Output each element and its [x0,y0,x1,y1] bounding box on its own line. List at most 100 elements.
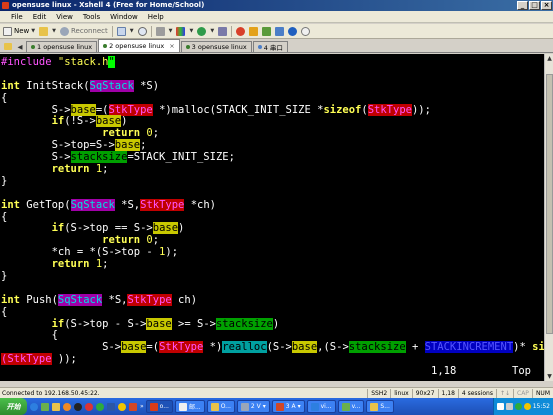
taskbar-item-group-a[interactable]: 3 A ▾ [271,400,305,413]
terminal-size: 90x27 [411,388,438,398]
reconnect-button[interactable]: Reconnect [60,25,108,38]
quicklaunch-player-icon[interactable] [118,402,126,411]
chevron-down-icon[interactable]: ▼ [52,28,56,34]
open-folder-icon[interactable] [39,26,49,36]
xftp-icon[interactable] [236,26,246,36]
menu-tools[interactable]: Tools [78,11,105,23]
menu-file[interactable]: File [6,11,28,23]
menu-window[interactable]: Window [105,11,143,23]
print-icon[interactable] [155,26,165,36]
session-manager-icon[interactable] [2,41,14,52]
vi-task-icon [310,402,319,411]
toolbar: New ▼ ▼ Reconnect ▼ ▼ ▼ ▼ [0,24,553,39]
chevron-down-icon[interactable]: ▼ [130,28,134,34]
start-button[interactable]: 开始 [0,398,27,415]
quicklaunch-ppt-icon[interactable] [129,402,137,411]
quicklaunch-overflow-icon[interactable]: » [140,403,144,410]
quicklaunch-folder-icon[interactable] [52,402,60,411]
tab-session-4[interactable]: 4 串口 [252,41,288,52]
quicklaunch-360-icon[interactable] [96,402,104,411]
new-session-button[interactable]: New ▼ [3,25,35,38]
tab-session-2[interactable]: 2 opensuse linux × [98,39,180,52]
code-token: { [1,91,8,104]
grid-icon[interactable] [275,26,285,36]
quicklaunch-chrome-icon[interactable] [85,402,93,411]
taskbar-item-vmware[interactable]: 2 V ▾ [236,400,270,413]
group-task-icon [275,402,284,411]
help-icon[interactable] [288,26,298,36]
outlook-task-icon [210,402,219,411]
scroll-down-icon[interactable]: ▼ [545,372,553,381]
taskbar-item-outlook[interactable]: O... [206,400,235,413]
code-token: sizeof [323,103,362,116]
task-label: O... [220,403,231,410]
quicklaunch-qq-icon[interactable] [74,402,82,411]
terminal-screen[interactable]: #include "stack.h" int InitStack(SqStack … [0,54,544,381]
quicklaunch-desktop-icon[interactable] [41,402,49,411]
code-token: return [51,258,96,271]
code-token: SqStack [70,198,115,211]
s-task-icon [370,402,379,411]
code-token: ,(S-> [317,341,349,354]
chevron-down-icon[interactable]: ▼ [31,28,35,34]
chevron-down-icon[interactable]: ▼ [169,28,173,34]
tab-session-3[interactable]: 3 opensuse linux [180,41,252,52]
menu-view[interactable]: View [51,11,78,23]
vmware-task-icon [240,402,249,411]
taskbar-item-v[interactable]: v... [337,400,365,413]
code-token: ( [361,103,368,116]
code-token: int [1,293,27,306]
code-token: InitStack( [26,79,90,92]
close-tab-icon[interactable]: × [169,42,174,50]
code-line: return 1; [1,258,544,271]
reconnect-label: Reconnect [71,27,108,35]
code-token: ) [178,222,185,235]
code-token: ; [152,234,160,247]
menu-edit[interactable]: Edit [28,11,52,23]
chevron-down-icon[interactable]: ▼ [210,28,214,34]
antivirus-icon[interactable] [514,403,522,410]
taskbar-item-vi[interactable]: vi... [306,400,336,413]
tab-session-1[interactable]: 1 opensuse linux [26,41,98,52]
status-bar: Connected to 192.168.50.45:22. SSH2 linu… [0,387,553,398]
terminal-scrollbar[interactable]: ▲ ▼ [544,54,553,381]
code-token: return [102,234,147,247]
minimize-button[interactable]: _ [517,1,528,10]
code-token: )); [411,103,431,116]
close-button[interactable]: × [541,1,552,10]
code-token: (S-> [266,341,292,354]
taskbar-item-s[interactable]: S... [366,400,394,413]
qq-tray-icon[interactable] [523,403,531,410]
quicklaunch-ie-icon[interactable] [30,402,38,411]
volume-icon[interactable] [505,403,513,410]
network-icon[interactable] [496,403,504,410]
script-icon[interactable] [218,26,228,36]
caps-indicator: CAP [513,388,532,398]
taskbar-item-xshell[interactable]: o... [145,400,173,413]
chat-icon[interactable] [301,26,311,36]
color-scheme-icon[interactable] [176,26,186,36]
code-token: stacksize [70,151,128,164]
maximize-button[interactable]: □ [529,1,540,10]
tab-scroll-left-icon[interactable]: ◀ [14,41,26,52]
quicklaunch-media-icon[interactable] [63,402,71,411]
menu-help[interactable]: Help [143,11,169,23]
code-token: } [1,270,8,283]
compose-icon[interactable] [262,26,272,36]
code-token: >= S-> [171,317,216,330]
v-task-icon [341,402,350,411]
properties-icon[interactable] [116,26,126,36]
lock-icon[interactable] [249,26,259,36]
quicklaunch-word-icon[interactable] [107,402,115,411]
code-line: } [1,270,544,283]
scrollbar-thumb[interactable] [546,74,553,334]
connection-status-icon [185,45,190,49]
scroll-up-icon[interactable]: ▲ [545,54,553,63]
zoom-icon[interactable] [137,26,147,36]
taskbar-item-mail[interactable]: 邮... [174,400,205,413]
chevron-down-icon[interactable]: ▼ [189,28,193,34]
transfer-icon[interactable] [197,26,207,36]
